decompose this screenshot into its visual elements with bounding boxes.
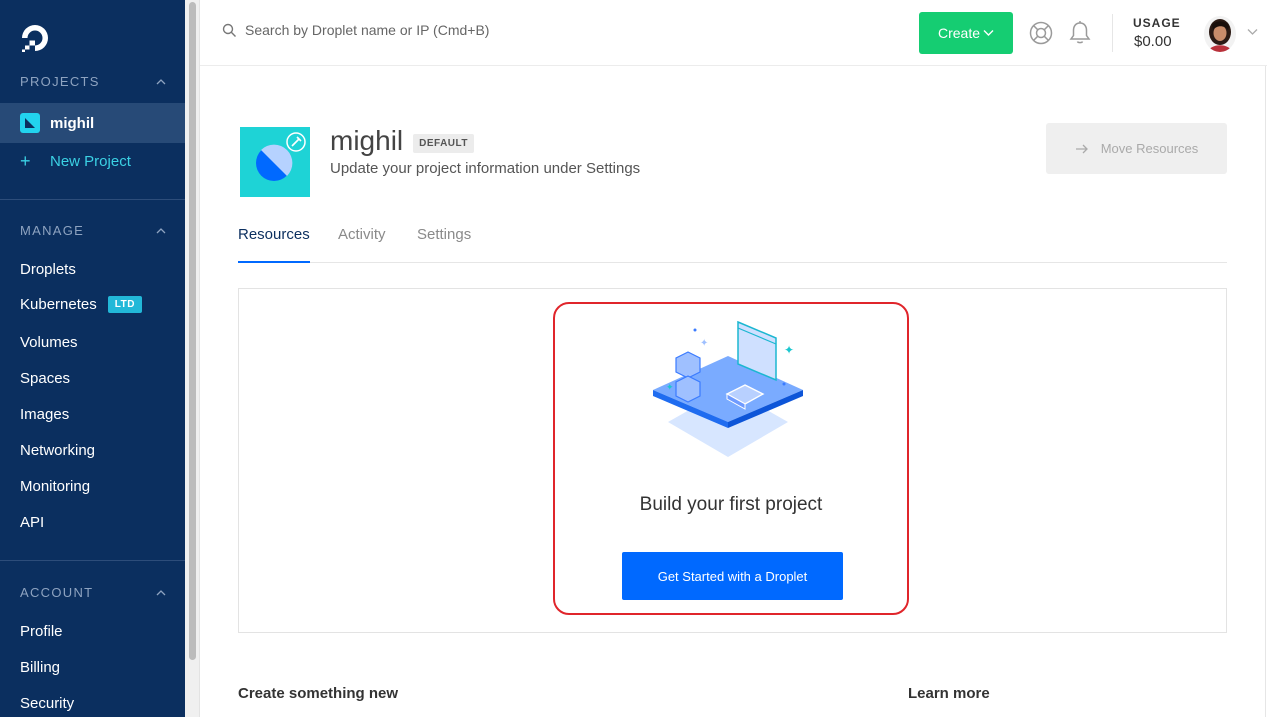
create-something-new-heading: Create something new — [238, 685, 399, 702]
sidebar-item-label: API — [20, 514, 45, 531]
new-project-link[interactable]: + New Project — [20, 150, 131, 172]
usage-value[interactable]: $0.00 — [1134, 33, 1172, 50]
top-bar: Create USAGE $0.00 — [200, 0, 1267, 66]
sidebar-item-label: Profile — [20, 623, 63, 640]
sidebar-item-monitoring[interactable]: Monitoring — [20, 478, 90, 495]
help-lifebuoy-icon[interactable] — [1029, 21, 1053, 45]
sidebar-item-spaces[interactable]: Spaces — [20, 370, 70, 387]
new-project-label: New Project — [50, 152, 131, 170]
project-title: mighil — [330, 125, 404, 156]
bell-icon[interactable] — [1069, 20, 1091, 45]
project-illustration: ✦ ✦ ✦ — [653, 320, 803, 457]
sidebar-item-security[interactable]: Security — [20, 695, 74, 712]
search-input[interactable] — [245, 22, 545, 38]
move-resources-button[interactable]: Move Resources — [1046, 123, 1227, 174]
sidebar-item-label: Volumes — [20, 334, 78, 351]
chevron-down-icon[interactable] — [1247, 28, 1258, 36]
sidebar-item-networking[interactable]: Networking — [20, 442, 95, 459]
sidebar-item-label: Monitoring — [20, 478, 91, 495]
sidebar-item-images[interactable]: Images — [20, 406, 69, 423]
sidebar-item-label: Images — [20, 406, 70, 423]
sidebar-project-label: mighil — [50, 114, 95, 132]
learn-more-heading: Learn more — [908, 685, 990, 702]
sidebar-item-label: Kubernetes — [20, 296, 97, 313]
search-box[interactable] — [222, 22, 545, 38]
project-icon — [20, 113, 40, 133]
project-logo[interactable] — [240, 127, 310, 197]
content-edge — [1265, 66, 1266, 717]
digitalocean-logo-icon[interactable] — [19, 22, 51, 54]
sidebar-item-label: Billing — [20, 659, 61, 676]
project-title-row: mighil DEFAULT — [330, 125, 475, 157]
sidebar-item-volumes[interactable]: Volumes — [20, 334, 78, 351]
create-button[interactable]: Create — [919, 12, 1013, 54]
tab-resources[interactable]: Resources — [238, 226, 310, 263]
manage-section-label: MANAGE — [20, 223, 85, 238]
project-subtitle: Update your project information under Se… — [330, 160, 641, 177]
topbar-separator — [1112, 14, 1113, 52]
sidebar-item-label: Networking — [20, 442, 96, 459]
tab-activity[interactable]: Activity — [338, 226, 386, 263]
account-section-label: ACCOUNT — [20, 585, 94, 600]
ltd-badge: LTD — [107, 296, 142, 313]
search-icon — [222, 23, 236, 37]
sidebar-item-kubernetes[interactable]: Kubernetes LTD — [20, 296, 142, 313]
sidebar-item-droplets[interactable]: Droplets — [20, 261, 76, 278]
chevron-up-icon[interactable] — [156, 226, 166, 236]
svg-text:✦: ✦ — [666, 383, 674, 393]
sidebar-item-label: Spaces — [20, 370, 71, 387]
sidebar-item-api[interactable]: API — [20, 514, 44, 531]
get-started-droplet-button[interactable]: Get Started with a Droplet — [622, 552, 843, 600]
arrow-right-icon — [1075, 144, 1088, 153]
sidebar-divider — [0, 560, 185, 561]
sidebar: PROJECTS mighil + New Project MANAGE Dro… — [0, 0, 185, 717]
default-badge: DEFAULT — [413, 133, 475, 153]
sidebar-divider — [0, 199, 185, 200]
sidebar-item-project-mighil[interactable]: mighil — [0, 103, 185, 143]
svg-text:✦: ✦ — [784, 343, 794, 357]
plus-icon: + — [20, 150, 31, 171]
sidebar-item-label: Security — [20, 695, 75, 712]
usage-label: USAGE — [1133, 16, 1181, 30]
move-resources-label: Move Resources — [1100, 141, 1199, 156]
user-avatar[interactable] — [1204, 16, 1236, 52]
tab-settings[interactable]: Settings — [417, 226, 471, 263]
empty-state-title: Build your first project — [639, 494, 823, 515]
create-button-label: Create — [937, 25, 981, 41]
project-logo-icon — [256, 132, 306, 181]
manage-section-header[interactable]: MANAGE — [20, 223, 166, 238]
sidebar-item-profile[interactable]: Profile — [20, 623, 63, 640]
projects-section-header[interactable]: PROJECTS — [20, 74, 166, 89]
sidebar-item-label: Droplets — [20, 261, 76, 278]
svg-text:✦: ✦ — [700, 338, 708, 349]
chevron-up-icon[interactable] — [156, 77, 166, 87]
projects-section-label: PROJECTS — [20, 74, 100, 89]
project-tabs: Resources Activity Settings — [238, 226, 1227, 263]
sidebar-scrollbar-thumb[interactable] — [189, 2, 196, 660]
chevron-up-icon[interactable] — [156, 588, 166, 598]
chevron-down-icon — [983, 30, 994, 36]
sidebar-item-billing[interactable]: Billing — [20, 659, 60, 676]
account-section-header[interactable]: ACCOUNT — [20, 585, 166, 600]
